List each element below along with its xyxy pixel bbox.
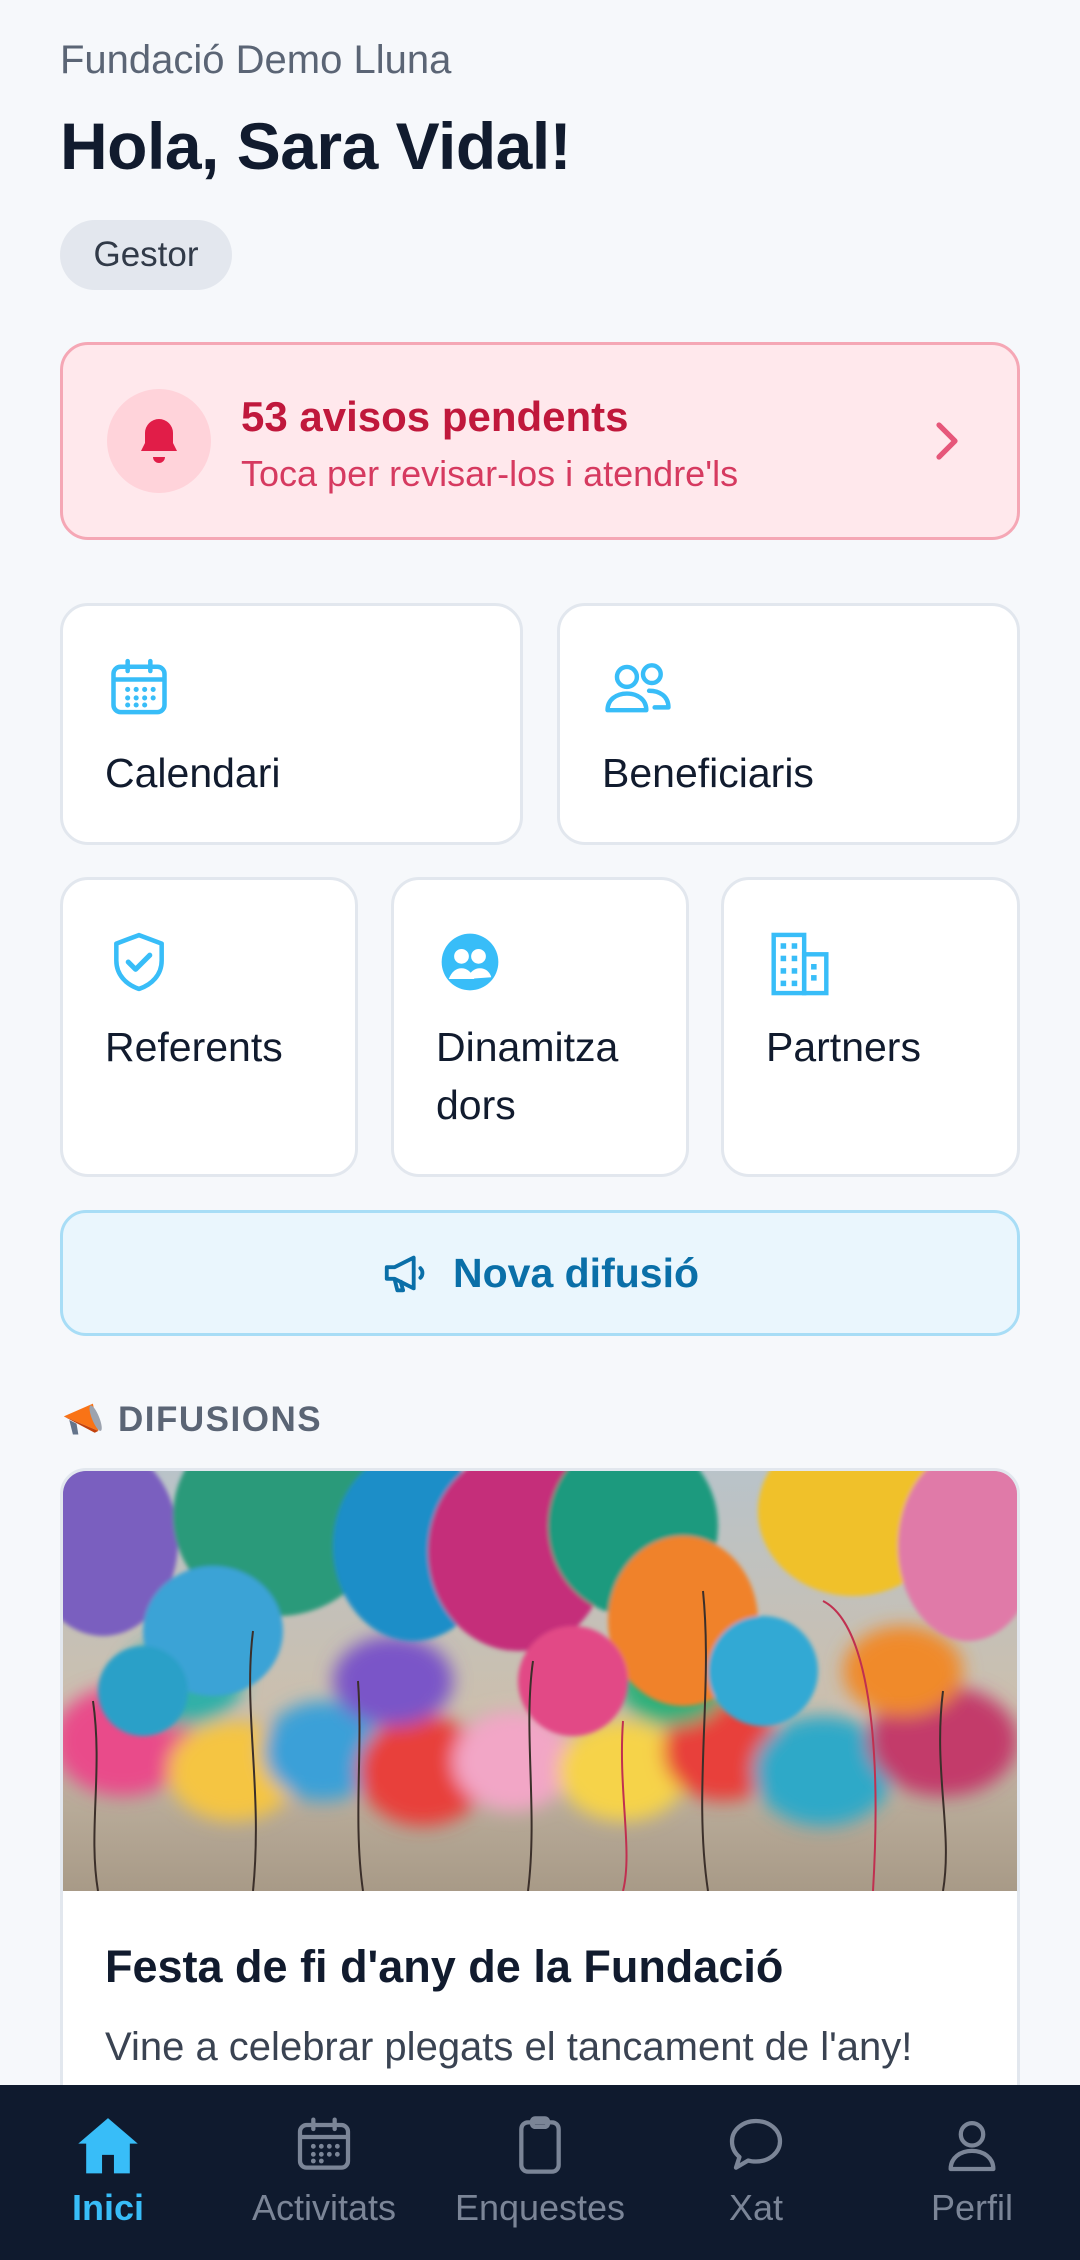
tile-calendar[interactable]: Calendari bbox=[60, 603, 523, 845]
new-broadcast-button[interactable]: Nova difusió bbox=[60, 1210, 1020, 1336]
tile-dinamitzadors[interactable]: Dinamitza dors bbox=[391, 877, 689, 1177]
tile-beneficiaries[interactable]: Beneficiaris bbox=[557, 603, 1020, 845]
building-icon bbox=[771, 932, 829, 996]
new-broadcast-label: Nova difusió bbox=[452, 1249, 700, 1296]
tile-referents-label: Referents bbox=[105, 1024, 283, 1070]
chevron-right-icon bbox=[936, 422, 958, 460]
users-icon bbox=[605, 663, 671, 713]
tile-partners[interactable]: Partners bbox=[721, 877, 1020, 1177]
alert-icon-circle bbox=[107, 389, 211, 493]
nav-item-surveys[interactable]: Enquestes bbox=[432, 2085, 648, 2260]
balloons-photo bbox=[63, 1471, 1017, 1891]
nav-item-activities[interactable]: Activitats bbox=[216, 2085, 432, 2260]
nav-label-home: Inici bbox=[71, 2187, 145, 2228]
nav-item-chat[interactable]: Xat bbox=[648, 2085, 864, 2260]
broadcasts-section-title: DIFUSIONS bbox=[118, 1400, 323, 1439]
tile-partners-label: Partners bbox=[766, 1024, 921, 1070]
tile-beneficiaries-label: Beneficiaris bbox=[602, 750, 814, 796]
role-badge: Gestor bbox=[60, 220, 232, 290]
shield-check-icon bbox=[114, 932, 164, 992]
news-card[interactable]: Festa de fi d'any de la Fundació Vine a … bbox=[60, 1468, 1020, 2085]
greeting-title: Hola, Sara Vidal! bbox=[60, 109, 572, 183]
nav-label-surveys: Enquestes bbox=[454, 2187, 626, 2228]
megaphone-icon bbox=[384, 1255, 425, 1293]
nav-item-home[interactable]: Inici bbox=[0, 2085, 216, 2260]
nav-label-chat: Xat bbox=[728, 2187, 784, 2228]
news-body: Vine a celebrar plegats el tancament de … bbox=[105, 2025, 913, 2069]
organization-name: Fundació Demo Lluna bbox=[60, 38, 452, 82]
chat-icon bbox=[729, 2118, 783, 2170]
clipboard-icon bbox=[519, 2116, 561, 2174]
alert-title: 53 avisos pendents bbox=[241, 393, 629, 440]
calendar-icon bbox=[297, 2117, 351, 2170]
calendar-icon bbox=[111, 658, 167, 715]
news-title: Festa de fi d'any de la Fundació bbox=[105, 1941, 784, 1992]
bell-icon bbox=[141, 419, 177, 463]
tile-calendar-label: Calendari bbox=[105, 750, 281, 796]
megaphone-emoji-icon bbox=[63, 1403, 102, 1435]
tile-referents[interactable]: Referents bbox=[60, 877, 358, 1177]
home-screen: Fundació Demo Lluna Hola, Sara Vidal! Ge… bbox=[0, 0, 1080, 2085]
nav-label-activities: Activitats bbox=[251, 2187, 397, 2228]
broadcasts-section-header: DIFUSIONS bbox=[60, 1400, 322, 1440]
tile-dinamitzadors-label-line2: dors bbox=[436, 1082, 516, 1128]
pending-alerts-card[interactable]: 53 avisos pendents Toca per revisar-los … bbox=[60, 342, 1020, 540]
tile-dinamitzadors-label-line1: Dinamitza bbox=[436, 1024, 619, 1070]
user-icon bbox=[948, 2121, 996, 2172]
bottom-nav: Inici Activitats Enquestes Xat Perfil bbox=[0, 2085, 1080, 2260]
alert-subtitle: Toca per revisar-los i atendre'ls bbox=[241, 453, 739, 494]
nav-item-profile[interactable]: Perfil bbox=[864, 2085, 1080, 2260]
home-icon bbox=[78, 2118, 138, 2174]
group-icon bbox=[441, 933, 499, 991]
nav-label-profile: Perfil bbox=[930, 2187, 1014, 2228]
